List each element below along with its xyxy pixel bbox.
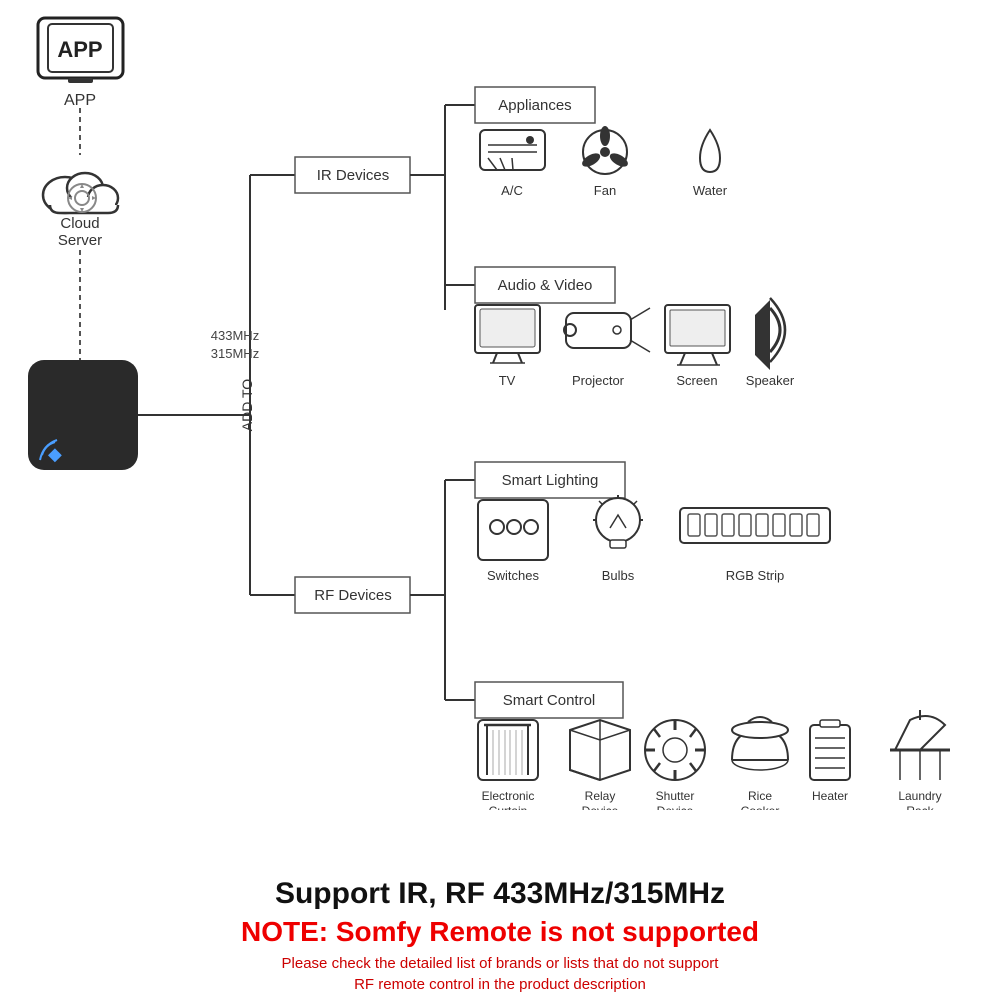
svg-text:Heater: Heater — [812, 789, 848, 803]
svg-text:Shutter: Shutter — [656, 789, 695, 803]
svg-text:ADD TO: ADD TO — [239, 379, 255, 431]
diagram-svg: APP APP Cloud Server ◆ — [0, 0, 960, 810]
svg-text:Cooker: Cooker — [741, 804, 780, 810]
svg-text:Projector: Projector — [572, 373, 625, 388]
svg-text:Bulbs: Bulbs — [602, 568, 635, 583]
svg-text:Cloud: Cloud — [60, 215, 99, 232]
svg-text:Electronic: Electronic — [482, 789, 535, 803]
svg-text:315MHz: 315MHz — [211, 346, 259, 361]
svg-text:Curtain: Curtain — [489, 804, 528, 810]
svg-text:433MHz: 433MHz — [211, 328, 259, 343]
svg-text:RGB Strip: RGB Strip — [726, 568, 785, 583]
svg-text:A/C: A/C — [501, 183, 523, 198]
svg-text:Fan: Fan — [594, 183, 616, 198]
svg-text:Switches: Switches — [487, 568, 540, 583]
app-label: APP — [64, 92, 96, 109]
svg-text:Rack: Rack — [906, 804, 934, 810]
svg-text:IR Devices: IR Devices — [317, 167, 390, 184]
main-container: APP APP Cloud Server ◆ — [0, 0, 1000, 1000]
svg-text:Audio & Video: Audio & Video — [498, 277, 593, 294]
svg-text:Rice: Rice — [748, 789, 772, 803]
svg-text:Device: Device — [582, 804, 619, 810]
svg-text:Appliances: Appliances — [498, 97, 571, 114]
bottom-text-area: Support IR, RF 433MHz/315MHz NOTE: Somfy… — [0, 877, 1000, 995]
svg-text:Water: Water — [693, 183, 728, 198]
svg-text:Speaker: Speaker — [746, 373, 795, 388]
svg-text:Smart Control: Smart Control — [503, 692, 596, 709]
svg-text:APP: APP — [57, 37, 102, 62]
svg-text:Laundry: Laundry — [898, 789, 941, 803]
svg-text:◆: ◆ — [48, 444, 62, 464]
sub-note-text: Please check the detailed list of brands… — [0, 953, 1000, 995]
svg-text:Device: Device — [657, 804, 694, 810]
svg-text:Server: Server — [58, 232, 102, 249]
svg-text:TV: TV — [499, 373, 516, 388]
svg-text:Screen: Screen — [676, 373, 717, 388]
svg-text:Smart Lighting: Smart Lighting — [502, 472, 599, 489]
support-text: Support IR, RF 433MHz/315MHz — [0, 877, 1000, 911]
svg-text:Relay: Relay — [585, 789, 616, 803]
note-text: NOTE: Somfy Remote is not supported — [0, 916, 1000, 948]
svg-text:RF Devices: RF Devices — [314, 587, 392, 604]
